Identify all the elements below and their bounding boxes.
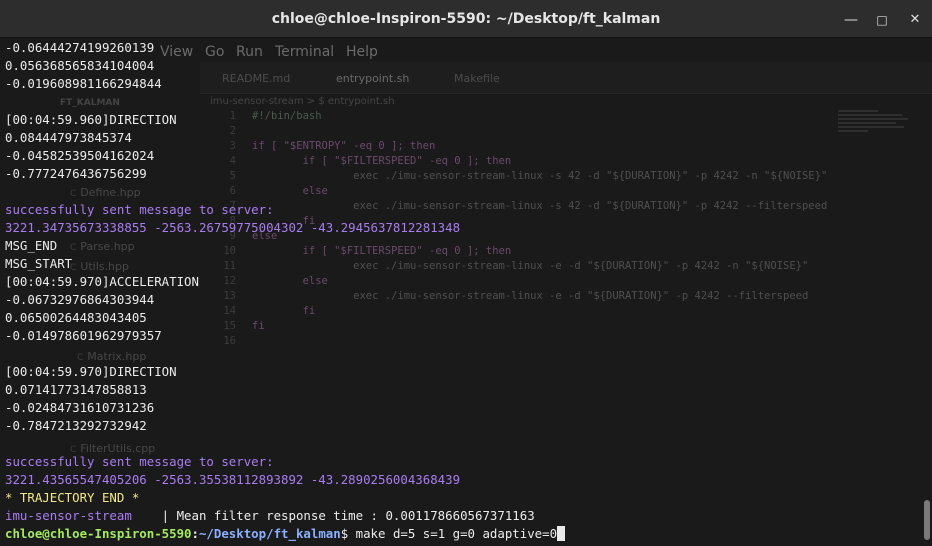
- terminal-line: -0.02484731610731236: [5, 400, 155, 415]
- command-input[interactable]: make d=5 s=1 g=0 adaptive=0: [356, 526, 557, 541]
- terminal-line: 0.084447973845374: [5, 130, 132, 145]
- shell-prompt: chloe@chloe-Inspiron-5590:~/Desktop/ft_k…: [5, 525, 566, 543]
- prompt-path: ~/Desktop/ft_kalman: [198, 526, 341, 541]
- status-line: imu-sensor-stream | Mean filter response…: [5, 507, 535, 525]
- maximize-icon[interactable]: □: [871, 9, 893, 31]
- prompt-colon: :: [191, 526, 199, 541]
- terminal-line: 3221.43565547405206 -2563.35538112893892…: [5, 472, 461, 487]
- terminal-line: -0.04582539504162024: [5, 148, 155, 163]
- terminal-window: chloe@chloe-Inspiron-5590: ~/Desktop/ft_…: [0, 0, 932, 546]
- terminal-line: -0.014978601962979357: [5, 328, 162, 343]
- terminal-line: successfully sent message to server:: [5, 202, 274, 217]
- terminal-output[interactable]: -0.06444274199260139 0.056368565834104004…: [0, 38, 932, 546]
- terminal-line: -0.7772476436756299: [5, 166, 147, 181]
- close-icon[interactable]: ✕: [904, 9, 926, 31]
- title-bar[interactable]: chloe@chloe-Inspiron-5590: ~/Desktop/ft_…: [0, 0, 932, 38]
- terminal-line: * TRAJECTORY END *: [5, 490, 140, 505]
- prompt-user-host: chloe@chloe-Inspiron-5590: [5, 526, 192, 541]
- terminal-line: 0.06500264483043405: [5, 310, 147, 325]
- terminal-line: [00:04:59.970]DIRECTION: [5, 364, 177, 379]
- terminal-line: -0.06732976864303944: [5, 292, 155, 307]
- terminal-line: [00:04:59.960]DIRECTION: [5, 112, 177, 127]
- terminal-line: MSG_START: [5, 256, 73, 271]
- terminal-line: -0.7847213292732942: [5, 418, 147, 433]
- prompt-dollar: $: [340, 526, 356, 541]
- minimize-icon[interactable]: —: [840, 9, 862, 31]
- terminal-line: 0.056368565834104004: [5, 58, 155, 73]
- terminal-line: [00:04:59.970]ACCELERATION: [5, 274, 199, 289]
- cursor: [557, 526, 566, 541]
- terminal-line: successfully sent message to server:: [5, 454, 274, 469]
- status-message: Mean filter response time : 0.0011786605…: [176, 508, 535, 523]
- terminal-line: 0.07141773147858813: [5, 382, 147, 397]
- window-title: chloe@chloe-Inspiron-5590: ~/Desktop/ft_…: [271, 11, 661, 27]
- terminal-line: -0.06444274199260139: [5, 40, 155, 55]
- terminal-line: -0.019608981166294844: [5, 76, 162, 91]
- terminal-line: MSG_END: [5, 238, 58, 253]
- terminal-line: 3221.34735673338855 -2563.26759775004302…: [5, 220, 461, 235]
- status-separator: |: [131, 508, 177, 523]
- status-process-name: imu-sensor-stream: [5, 508, 132, 523]
- terminal-scrollbar[interactable]: [924, 500, 930, 540]
